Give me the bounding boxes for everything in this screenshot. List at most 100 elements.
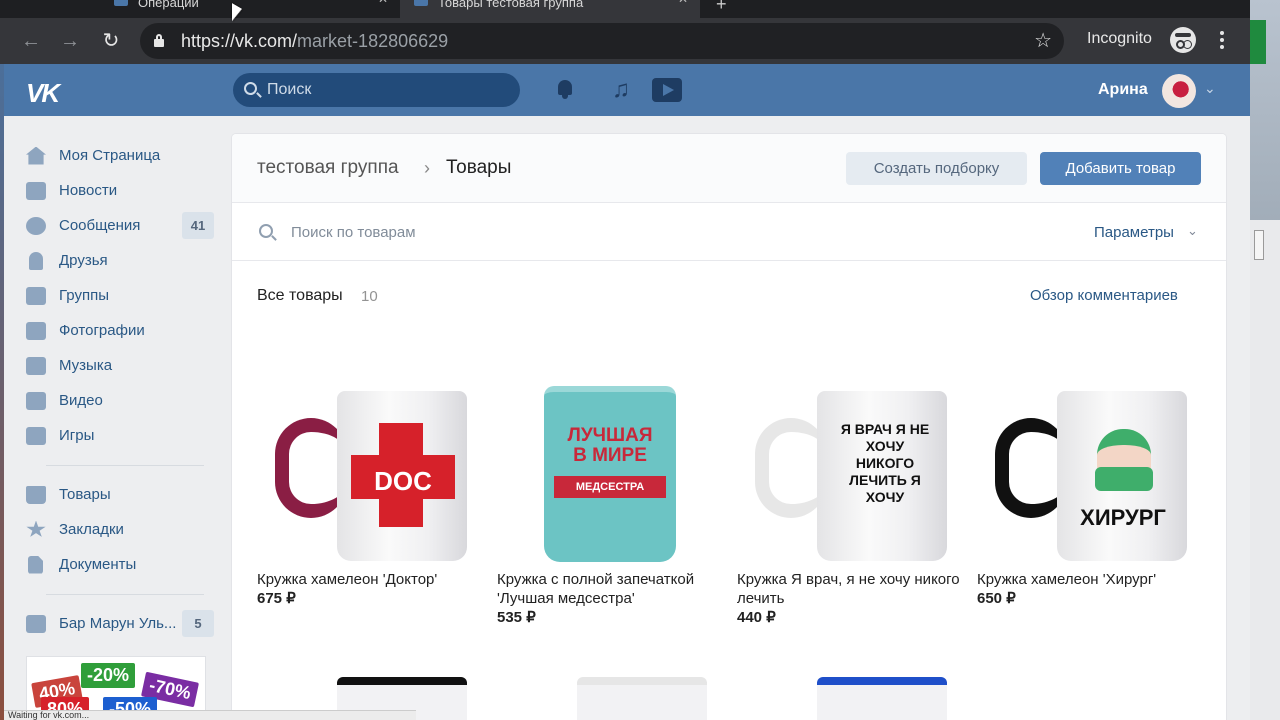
all-items-heading: Все товары <box>257 287 343 304</box>
sidebar-item-label: Сообщения <box>59 217 141 234</box>
product-price: 650 ₽ <box>977 590 1016 607</box>
sidebar-item-label: Фотографии <box>59 322 145 339</box>
product-image[interactable] <box>577 677 707 720</box>
product-image[interactable]: Я ВРАЧ Я НЕ ХОЧУ НИКОГО ЛЕЧИТЬ Я ХОЧУ <box>737 356 961 561</box>
search-icon <box>259 224 273 238</box>
unread-badge: 41 <box>182 212 214 239</box>
favicon-icon <box>414 0 428 6</box>
sidebar-item-label: Игры <box>59 427 95 444</box>
bell-icon[interactable] <box>556 80 574 100</box>
product-card[interactable]: Я ВРАЧ Я НЕ ХОЧУ НИКОГО ЛЕЧИТЬ Я ХОЧУ Кр… <box>737 356 961 627</box>
music-note-icon <box>26 356 46 375</box>
vk-logo[interactable]: VK <box>26 78 60 109</box>
friends-icon <box>29 251 43 270</box>
film-icon <box>26 391 46 410</box>
add-item-button[interactable]: Добавить товар <box>1040 152 1201 185</box>
sidebar-item-label: Моя Страница <box>59 147 161 164</box>
sidebar-item-groups[interactable]: Группы <box>22 278 214 313</box>
breadcrumb-chevron-icon: › <box>424 158 430 178</box>
desktop-background <box>1250 0 1280 720</box>
tab-close-icon[interactable]: ✕ <box>678 0 688 5</box>
product-image[interactable]: DOC <box>257 356 481 561</box>
sidebar-item-bookmarks[interactable]: Закладки <box>22 512 214 547</box>
browser-tab-active[interactable]: Товары тестовая группа ✕ <box>400 0 700 18</box>
market-header: тестовая группа › Товары Создать подборк… <box>232 134 1226 203</box>
browser-tab-strip: Операции ✕ Товары тестовая группа ✕ + <box>0 0 1250 18</box>
parameters-dropdown[interactable]: Параметры <box>1094 224 1174 241</box>
sidebar-item-games[interactable]: Игры <box>22 418 214 453</box>
sidebar-item-my-page[interactable]: Моя Страница <box>22 138 214 173</box>
market-search-input[interactable]: Поиск по товарам <box>291 224 416 241</box>
review-comments-link[interactable]: Обзор комментариев <box>1030 287 1178 304</box>
sidebar-item-label: Закладки <box>59 521 124 538</box>
groups-icon <box>26 614 46 633</box>
product-card[interactable]: ЛУЧШАЯ В МИРЕ МЕДСЕСТРА Кружка с полной … <box>497 356 721 627</box>
product-card[interactable]: DOC Кружка хамелеон 'Доктор' 675 ₽ <box>257 356 481 608</box>
reload-icon[interactable]: ↻ <box>98 28 124 54</box>
bag-icon <box>26 485 46 504</box>
user-name[interactable]: Арина <box>1098 81 1148 99</box>
home-icon <box>26 146 46 165</box>
mug-body: Я ВРАЧ Я НЕ ХОЧУ НИКОГО ЛЕЧИТЬ Я ХОЧУ <box>817 391 947 561</box>
mug-body: ХИРУРГ <box>1057 391 1187 561</box>
gamepad-icon <box>26 426 46 445</box>
sidebar-item-friends[interactable]: Друзья <box>22 243 214 278</box>
sidebar-item-label: Музыка <box>59 357 113 374</box>
video-play-icon[interactable] <box>652 78 682 102</box>
new-tab-icon[interactable]: + <box>716 0 727 15</box>
sidebar-item-documents[interactable]: Документы <box>22 547 214 582</box>
bookmark-star-icon[interactable]: ☆ <box>1034 28 1052 53</box>
mug-print-text: ЛУЧШАЯ В МИРЕ <box>567 425 653 466</box>
vk-search-input[interactable]: Поиск <box>233 73 520 107</box>
product-card[interactable]: ХИРУРГ Кружка хамелеон 'Хирург' 650 ₽ <box>977 356 1201 608</box>
back-arrow-icon[interactable]: ← <box>18 28 44 54</box>
chevron-down-icon[interactable]: ⌄ <box>1187 223 1198 239</box>
scrollbar-thumb[interactable] <box>1254 230 1264 260</box>
sidebar-item-group[interactable]: Бар Марун Уль... 5 <box>22 606 214 641</box>
avatar[interactable] <box>1162 74 1196 108</box>
incognito-icon[interactable] <box>1170 27 1196 53</box>
sidebar-divider <box>46 465 204 466</box>
scrollbar[interactable] <box>1250 220 1280 720</box>
product-image[interactable]: ХИРУРГ <box>977 356 1201 561</box>
product-name[interactable]: Кружка хамелеон 'Доктор' <box>257 570 481 589</box>
sidebar-item-messages[interactable]: Сообщения 41 <box>22 208 214 243</box>
sidebar-item-news[interactable]: Новости <box>22 173 214 208</box>
mug-body: ЛУЧШАЯ В МИРЕ МЕДСЕСТРА <box>544 386 676 562</box>
camera-icon <box>26 321 46 340</box>
product-image[interactable] <box>817 677 947 720</box>
chevron-down-icon[interactable]: ⌄ <box>1204 80 1216 97</box>
browser-tab[interactable]: Операции ✕ <box>100 0 400 18</box>
desktop-window-edge <box>1250 20 1266 64</box>
kebab-menu-icon[interactable] <box>1214 29 1230 51</box>
vk-header: VK Поиск ♫ Арина ⌄ <box>4 64 1250 116</box>
sidebar-item-label: Друзья <box>59 252 108 269</box>
mug-print-ribbon: МЕДСЕСТРА <box>554 476 666 498</box>
favicon-icon <box>114 0 128 6</box>
sidebar-item-market[interactable]: Товары <box>22 477 214 512</box>
create-collection-button[interactable]: Создать подборку <box>846 152 1027 185</box>
search-icon <box>244 82 257 95</box>
tab-close-icon[interactable]: ✕ <box>378 0 388 5</box>
product-name[interactable]: Кружка хамелеон 'Хирург' <box>977 570 1201 589</box>
product-name[interactable]: Кружка Я врач, я не хочу никого лечить <box>737 570 961 608</box>
product-price: 440 ₽ <box>737 609 776 626</box>
groups-icon <box>26 286 46 305</box>
market-search-row: Поиск по товарам Параметры ⌄ <box>232 203 1226 261</box>
sidebar-item-music[interactable]: Музыка <box>22 348 214 383</box>
url-text: https://vk.com/market-182806629 <box>181 31 448 52</box>
url-path: market-182806629 <box>297 31 449 51</box>
breadcrumb-group-link[interactable]: тестовая группа <box>257 157 399 179</box>
mug-print-text: DOC <box>374 466 432 496</box>
product-name[interactable]: Кружка с полной запечаткой 'Лучшая медсе… <box>497 570 721 608</box>
address-bar[interactable]: https://vk.com/market-182806629 ☆ <box>140 23 1064 59</box>
music-note-icon[interactable]: ♫ <box>612 76 630 104</box>
sidebar-item-label: Новости <box>59 182 118 199</box>
sidebar-item-video[interactable]: Видео <box>22 383 214 418</box>
product-price: 675 ₽ <box>257 590 296 607</box>
sidebar-item-photos[interactable]: Фотографии <box>22 313 214 348</box>
forward-arrow-icon[interactable]: → <box>57 28 83 54</box>
product-image[interactable]: ЛУЧШАЯ В МИРЕ МЕДСЕСТРА <box>497 356 721 562</box>
market-panel: тестовая группа › Товары Создать подборк… <box>232 134 1226 720</box>
promo-sale-label: -20% <box>81 663 136 688</box>
